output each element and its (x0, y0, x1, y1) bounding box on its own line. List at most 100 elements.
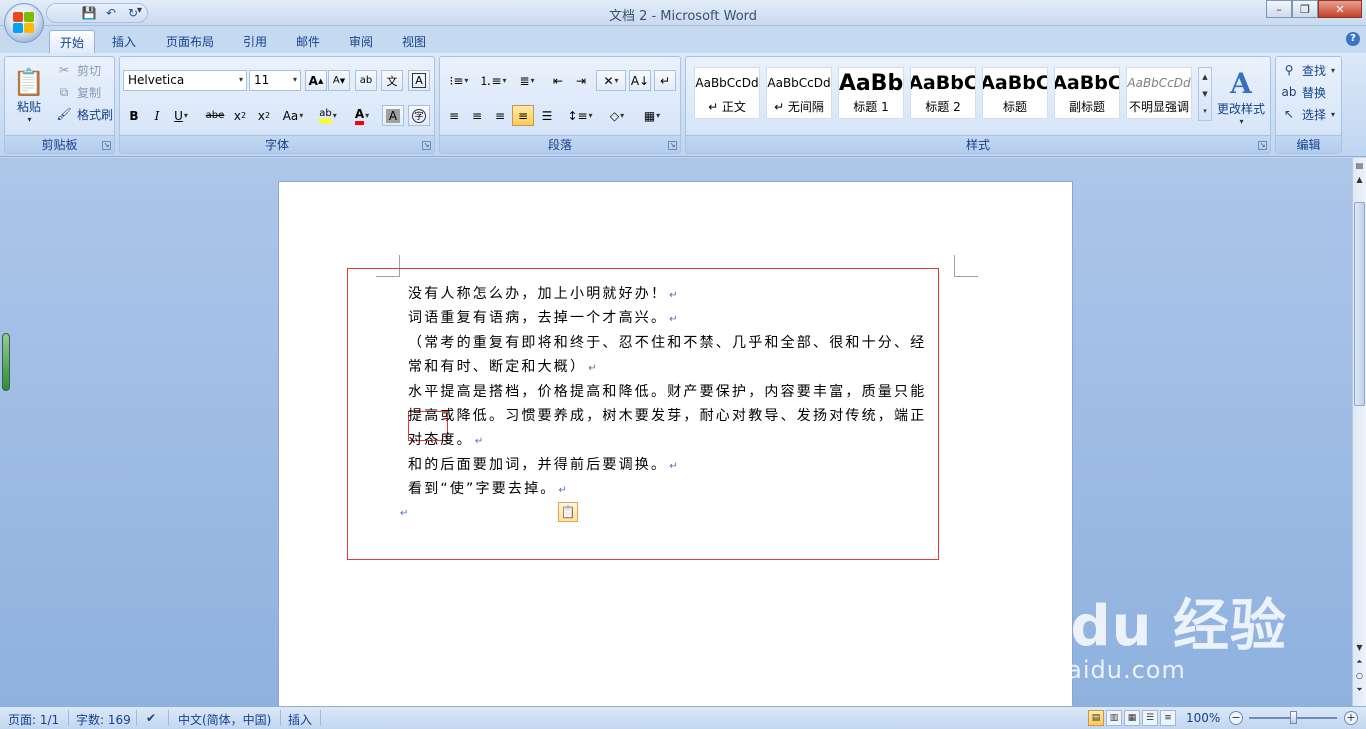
text-line[interactable]: ↵ (398, 500, 408, 524)
word-count[interactable]: 字数: 169 (76, 711, 131, 728)
line-spacing-button[interactable]: ↕≡ ▾ (564, 105, 596, 126)
style-subtle-emphasis[interactable]: AaBbCcDd 不明显强调 (1126, 67, 1192, 119)
decrease-indent-button[interactable]: ⇤ (547, 70, 569, 91)
zoom-slider-thumb[interactable] (1290, 711, 1297, 724)
highlight-color-button[interactable]: ab ▾ (312, 105, 344, 126)
draft-view-icon[interactable]: ≡ (1160, 710, 1176, 726)
increase-indent-button[interactable]: ⇥ (570, 70, 592, 91)
next-page-icon[interactable]: ⏷ (1354, 684, 1365, 696)
grow-font-button[interactable]: A ▲ (305, 70, 327, 91)
web-layout-view-icon[interactable]: ▦ (1124, 710, 1140, 726)
print-layout-view-icon[interactable]: ▤ (1088, 710, 1104, 726)
prev-page-icon[interactable]: ⏶ (1354, 656, 1365, 668)
zoom-out-icon[interactable]: − (1229, 711, 1243, 725)
ruler-toggle-icon[interactable]: ▤ (1354, 160, 1365, 172)
font-color-button[interactable]: A ▾ (346, 105, 378, 126)
show-marks-icon[interactable]: ↵ (654, 70, 676, 91)
zoom-level[interactable]: 100% (1186, 711, 1220, 725)
subscript-button[interactable]: x2 (229, 105, 251, 126)
distributed-button[interactable]: ☰ (536, 105, 558, 126)
char-shading-icon[interactable]: A (382, 105, 404, 126)
shading-button[interactable]: ◇ ▾ (600, 105, 634, 126)
format-painter-button[interactable]: 🖌 格式刷 (55, 105, 113, 123)
strikethrough-button[interactable]: abe (204, 105, 226, 126)
shrink-font-button[interactable]: A ▼ (328, 70, 350, 91)
style-normal[interactable]: AaBbCcDd ↵ 正文 (694, 67, 760, 119)
enclose-char-icon[interactable]: 字 (408, 105, 430, 126)
language-indicator[interactable]: 中文(简体，中国) (178, 711, 271, 728)
align-right-button[interactable]: ≡ (489, 105, 511, 126)
italic-button[interactable]: I (146, 105, 168, 126)
justify-button[interactable]: ≡ (512, 105, 534, 126)
help-icon[interactable]: ? (1346, 32, 1360, 46)
numbering-button[interactable]: ⒈≡ ▾ (477, 70, 509, 91)
text-line[interactable]: 常和有时、断定和大概） ↵ (408, 355, 597, 379)
scroll-down-icon[interactable]: ▼ (1354, 642, 1365, 654)
clear-format-icon[interactable]: ab (355, 70, 377, 91)
page-count[interactable]: 页面: 1/1 (8, 711, 59, 728)
zoom-in-icon[interactable]: + (1344, 711, 1358, 725)
paste-button[interactable]: 📋 粘贴 ▾ (9, 61, 49, 131)
text-line[interactable]: 没有人称怎么办，加上小明就好办！ ↵ (408, 282, 678, 306)
bold-button[interactable]: B (123, 105, 145, 126)
copy-button[interactable]: ⧉ 复制 (55, 83, 101, 101)
chinese-layout-button[interactable]: ✕ ▾ (596, 70, 626, 91)
scroll-thumb[interactable] (1354, 202, 1365, 406)
find-button[interactable]: ⚲ 查找 ▾ (1280, 61, 1335, 79)
style-heading-1[interactable]: AaBb 标题 1 (838, 67, 904, 119)
paste-options-icon[interactable]: 📋 (558, 502, 578, 522)
tab-insert[interactable]: 插入 (102, 30, 146, 53)
change-styles-button[interactable]: A 更改样式 ▾ (1214, 61, 1268, 131)
style-no-spacing[interactable]: AaBbCcDd ↵ 无间隔 (766, 67, 832, 119)
browse-object-icon[interactable]: ○ (1354, 670, 1365, 682)
office-button[interactable] (4, 3, 44, 43)
tab-home[interactable]: 开始 (49, 30, 96, 53)
tab-view[interactable]: 视图 (392, 30, 436, 53)
font-name-combo[interactable]: Helvetica ▾ (123, 70, 247, 91)
align-center-button[interactable]: ≡ (466, 105, 488, 126)
tab-references[interactable]: 引用 (233, 30, 277, 53)
restore-button[interactable]: ❐ (1292, 0, 1318, 18)
tab-page-layout[interactable]: 页面布局 (156, 30, 224, 53)
text-line[interactable]: （常考的重复有即将和终于、忍不住和不禁、几乎和全部、很和十分、经 (408, 331, 926, 355)
styles-launcher-icon[interactable]: ↘ (1258, 141, 1267, 150)
scroll-up-icon[interactable]: ▲ (1354, 174, 1365, 186)
tab-mailings[interactable]: 邮件 (286, 30, 330, 53)
text-line[interactable]: 和的后面要加词，并得前后要调换。 ↵ (408, 453, 678, 477)
text-line[interactable]: 提高或降低。习惯要养成，树木要发芽，耐心对教导、发扬对传统，端正 (408, 404, 926, 428)
style-subtitle[interactable]: AaBbC 副标题 (1054, 67, 1120, 119)
left-handle[interactable] (2, 333, 10, 391)
full-screen-view-icon[interactable]: ▥ (1106, 710, 1122, 726)
align-left-button[interactable]: ≡ (443, 105, 465, 126)
text-line[interactable]: 水平提高是搭档，价格提高和降低。财产要保护，内容要丰富，质量只能 (408, 380, 926, 404)
underline-button[interactable]: U ▾ (170, 105, 192, 126)
clipboard-launcher-icon[interactable]: ↘ (102, 141, 111, 150)
select-button[interactable]: ↖ 选择 ▾ (1280, 105, 1335, 123)
styles-scroll[interactable]: ▲ ▼ ▾ (1198, 67, 1212, 121)
replace-button[interactable]: ab 替换 (1280, 83, 1327, 101)
tab-review[interactable]: 审阅 (339, 30, 383, 53)
vertical-scrollbar[interactable]: ▤ ▲ ▼ ⏶ ○ ⏷ (1352, 158, 1366, 706)
cut-button[interactable]: ✂ 剪切 (55, 61, 101, 79)
style-title[interactable]: AaBbC 标题 (982, 67, 1048, 119)
phonetic-guide-icon[interactable]: 文 (381, 70, 403, 91)
paragraph-launcher-icon[interactable]: ↘ (668, 141, 677, 150)
font-size-combo[interactable]: 11 ▾ (249, 70, 301, 91)
text-line[interactable]: 看到“使”字要去掉。 ↵ (408, 477, 567, 501)
style-heading-2[interactable]: AaBbC 标题 2 (910, 67, 976, 119)
text-line[interactable]: 词语重复有语病，去掉一个才高兴。 ↵ (408, 306, 678, 330)
minimize-button[interactable]: – (1266, 0, 1292, 18)
change-case-button[interactable]: Aa ▾ (278, 105, 308, 126)
sort-icon[interactable]: A↓ (629, 70, 651, 91)
close-button[interactable]: ✕ (1318, 0, 1362, 18)
outline-view-icon[interactable]: ☰ (1142, 710, 1158, 726)
superscript-button[interactable]: x2 (253, 105, 275, 126)
bullets-button[interactable]: ⁝≡ ▾ (443, 70, 475, 91)
text-line[interactable]: 对态度。 ↵ (408, 428, 483, 452)
borders-button[interactable]: ▦ ▾ (636, 105, 668, 126)
font-launcher-icon[interactable]: ↘ (422, 141, 431, 150)
insert-mode[interactable]: 插入 (288, 711, 312, 728)
proofing-icon[interactable]: ✔ (146, 711, 156, 725)
char-border-icon[interactable]: A (408, 70, 430, 91)
multilevel-list-button[interactable]: ≣ ▾ (511, 70, 543, 91)
